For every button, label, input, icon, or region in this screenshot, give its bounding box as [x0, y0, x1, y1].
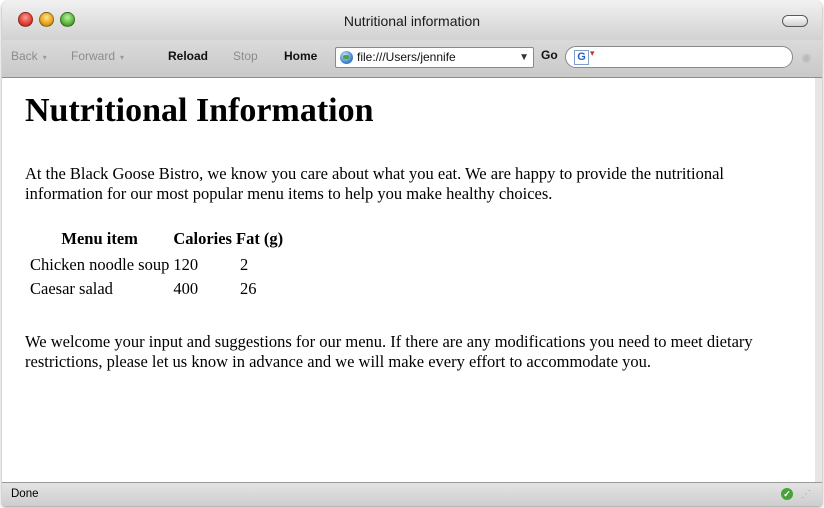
- address-history-dropdown-icon[interactable]: ▼: [519, 48, 529, 67]
- table-header-row: Menu item Calories Fat (g): [28, 227, 285, 253]
- status-bar: Done ✓ ⋰: [2, 482, 822, 506]
- forward-button[interactable]: Forward ▾: [71, 48, 124, 66]
- window-title: Nutritional information: [343, 13, 481, 29]
- google-search-engine-icon[interactable]: G: [574, 50, 589, 65]
- table-cell: 26: [239, 279, 257, 298]
- table-cell: 2: [239, 255, 249, 274]
- address-field[interactable]: file:///Users/jennife: [357, 48, 517, 67]
- browser-window: Nutritional information Back ▾ Forward ▾ R…: [2, 0, 822, 506]
- table-row: Caesar salad 400 26: [28, 277, 285, 301]
- home-button[interactable]: Home: [284, 48, 317, 64]
- back-label: Back: [11, 49, 38, 63]
- stop-button[interactable]: Stop: [233, 48, 258, 64]
- intro-paragraph: At the Black Goose Bistro, we know you c…: [25, 164, 724, 203]
- back-button[interactable]: Back ▾: [11, 48, 47, 66]
- window-edge: [815, 78, 822, 482]
- reload-button[interactable]: Reload: [168, 48, 208, 64]
- navigation-toolbar: Back ▾ Forward ▾ Reload Stop Home file:///…: [2, 40, 822, 78]
- search-field[interactable]: G ▾: [565, 46, 793, 68]
- status-text: Done: [11, 488, 39, 500]
- table-cell: Chicken noodle soup: [30, 255, 170, 274]
- globe-icon: [340, 51, 353, 64]
- go-button[interactable]: Go: [541, 48, 558, 62]
- column-header: Fat (g): [235, 229, 284, 248]
- forward-label: Forward: [71, 49, 116, 63]
- nutrition-table: Menu item Calories Fat (g) Chicken noodl…: [28, 227, 285, 301]
- outro-paragraph: We welcome your input and suggestions fo…: [25, 332, 753, 371]
- search-engine-dropdown-icon[interactable]: ▾: [590, 48, 595, 59]
- back-menu-icon[interactable]: ▾: [43, 53, 47, 62]
- resize-grip-icon[interactable]: ⋰: [801, 489, 811, 500]
- forward-menu-icon[interactable]: ▾: [120, 53, 124, 62]
- table-row: Chicken noodle soup 120 2: [28, 253, 285, 277]
- column-header: Calories: [173, 229, 232, 248]
- table-cell: 120: [173, 255, 199, 274]
- title-bar: Nutritional information: [2, 0, 822, 40]
- toolbar-toggle-button[interactable]: [782, 15, 808, 27]
- spinner-icon: ✺: [801, 51, 812, 66]
- page-content: Nutritional Information At the Black Goo…: [15, 78, 815, 482]
- address-bar[interactable]: file:///Users/jennife ▼: [335, 47, 534, 68]
- check-icon: ✓: [781, 488, 793, 500]
- page-heading: Nutritional Information: [25, 92, 374, 129]
- table-cell: 400: [173, 279, 199, 298]
- column-header: Menu item: [61, 229, 138, 248]
- table-cell: Caesar salad: [30, 279, 113, 298]
